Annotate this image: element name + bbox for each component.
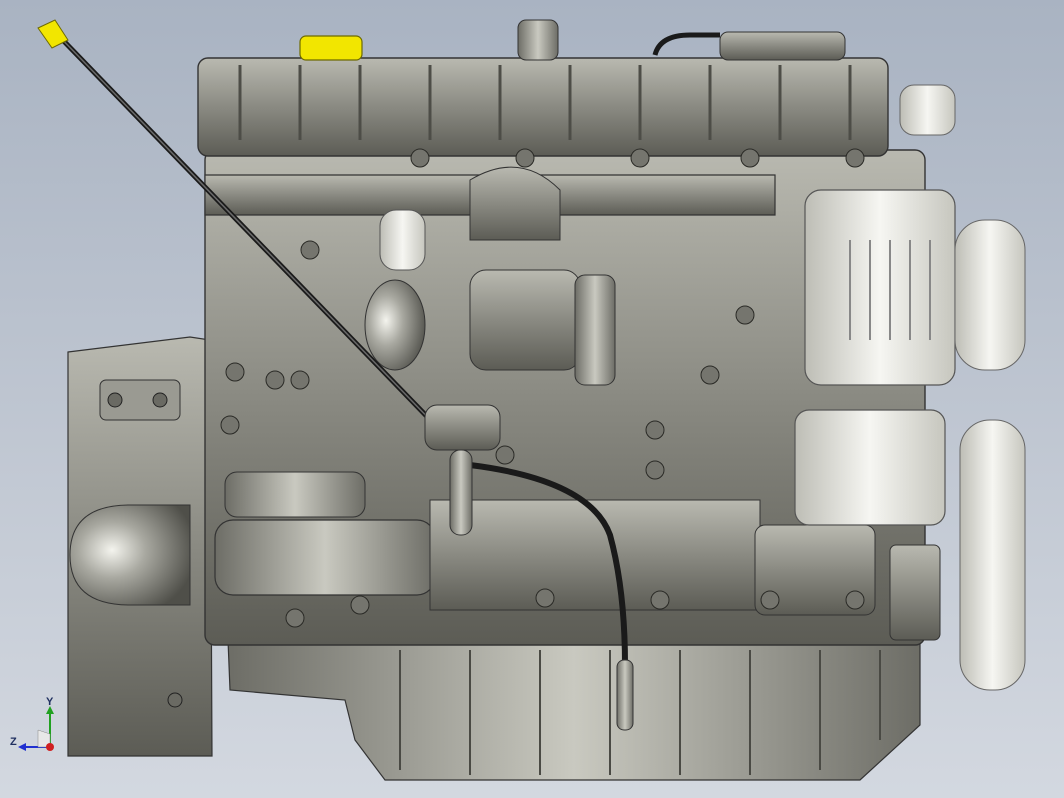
engine-mount — [889, 544, 941, 641]
cover-boss — [517, 19, 559, 61]
pulley-lower — [959, 419, 1026, 691]
housing-bolt — [107, 392, 123, 408]
oil-filter-housing — [574, 274, 616, 386]
dipstick-guide-pipe — [449, 449, 473, 536]
hose-end — [616, 659, 634, 731]
turbo-inlet — [364, 279, 426, 371]
housing-bolt — [152, 392, 168, 408]
breather-hose — [652, 32, 720, 56]
oil-filler-cap — [299, 35, 363, 61]
cad-viewport[interactable]: Y Z — [0, 0, 1064, 798]
thermostat-housing — [899, 84, 956, 136]
pulley-upper — [954, 219, 1026, 371]
coordinate-triad: Y Z — [8, 696, 68, 760]
triad-z-label: Z — [10, 736, 17, 748]
triad-y-label: Y — [46, 696, 54, 708]
starter-motor — [214, 519, 436, 596]
starter-solenoid — [224, 471, 366, 518]
engine-model[interactable] — [0, 0, 1064, 798]
ac-compressor — [794, 409, 946, 526]
breather-fitting — [719, 31, 846, 61]
alternator — [804, 189, 956, 386]
fuel-pump — [469, 269, 581, 371]
starter-dome — [69, 504, 191, 606]
turbo-outlet — [379, 209, 426, 271]
oil-pan — [227, 639, 921, 781]
dipstick-guide — [424, 404, 501, 451]
triad-axes-icon — [18, 706, 54, 751]
housing-bolt — [167, 692, 183, 708]
oil-cooler — [429, 499, 761, 611]
